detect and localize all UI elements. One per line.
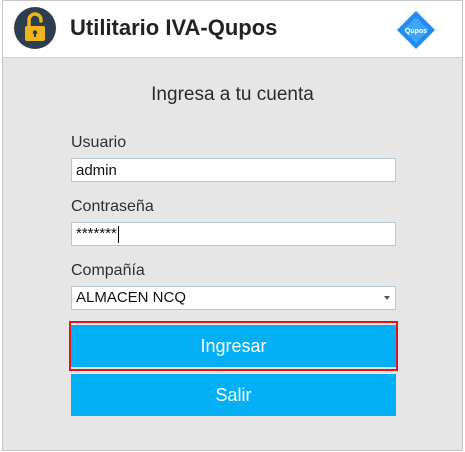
login-button[interactable]: Ingresar bbox=[71, 325, 396, 367]
exit-button[interactable]: Salir bbox=[71, 374, 396, 416]
password-value: ******* bbox=[76, 225, 117, 242]
company-select[interactable]: ALMACEN NCQ bbox=[71, 286, 396, 310]
password-label: Contraseña bbox=[71, 198, 154, 215]
password-input[interactable]: ******* bbox=[71, 222, 396, 246]
login-window: Utilitario IVA-Qupos Qupos Ingresa a tu … bbox=[2, 0, 463, 451]
chevron-down-icon[interactable] bbox=[384, 296, 390, 300]
qupos-logo: Qupos bbox=[397, 11, 435, 49]
user-label: Usuario bbox=[71, 134, 127, 151]
lock-icon bbox=[14, 7, 56, 49]
app-title: Utilitario IVA-Qupos bbox=[70, 15, 278, 40]
user-input[interactable] bbox=[71, 158, 396, 182]
company-value: ALMACEN NCQ bbox=[76, 289, 187, 306]
text-cursor bbox=[117, 225, 119, 243]
title-bar: Utilitario IVA-Qupos Qupos bbox=[3, 1, 462, 58]
login-heading: Ingresa a tu cuenta bbox=[151, 84, 314, 105]
logo-text: Qupos bbox=[405, 28, 427, 35]
company-label: Compañía bbox=[71, 262, 145, 279]
